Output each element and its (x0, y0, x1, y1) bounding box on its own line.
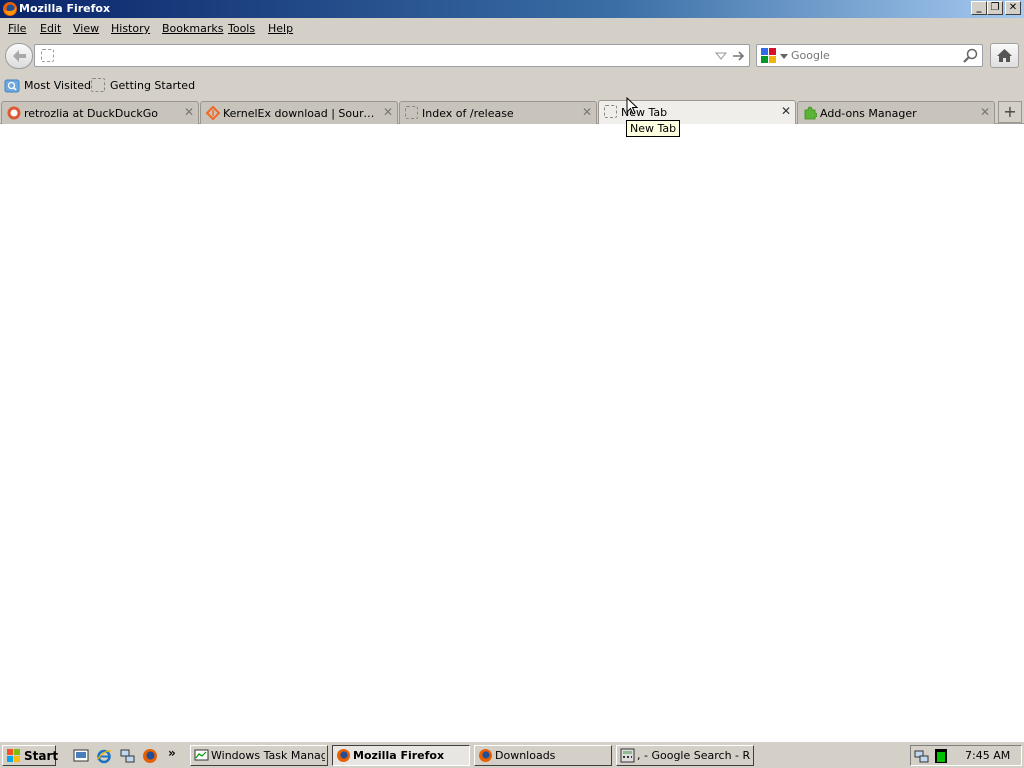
puzzle-icon (804, 106, 817, 120)
tab-close-button[interactable]: ✕ (383, 105, 393, 119)
blank-page-icon (604, 105, 617, 118)
firefox-icon (479, 749, 492, 762)
tab-bar: retrozlia at DuckDuckGo ✕ KernelEx downl… (0, 98, 1024, 124)
window-title: Mozilla Firefox (19, 2, 111, 15)
network-connection-icon[interactable] (914, 748, 930, 764)
quicklaunch-overflow-button[interactable]: » (168, 746, 176, 760)
tab-label: New Tab (621, 106, 668, 119)
tab-close-button[interactable]: ✕ (980, 105, 990, 119)
blank-page-icon (91, 78, 105, 92)
start-label: Start (24, 749, 59, 763)
search-bar[interactable] (756, 44, 983, 67)
close-button[interactable]: ✕ (1005, 1, 1021, 15)
blank-page-icon (405, 106, 418, 119)
tab-label: KernelEx download | SourceForge.net (223, 107, 378, 120)
tab-label: Index of /release (422, 107, 514, 120)
back-arrow-icon (13, 50, 26, 62)
url-bar[interactable] (34, 44, 750, 67)
go-arrow-icon[interactable] (732, 50, 746, 62)
mouse-pointer-icon (626, 97, 638, 115)
duckduckgo-icon (7, 106, 21, 120)
bookmark-most-visited-label: Most Visited (24, 79, 91, 92)
tab-close-button[interactable]: ✕ (184, 105, 194, 119)
menu-bookmarks[interactable]: Bookmarks (162, 22, 223, 35)
tab-label: Add-ons Manager (820, 107, 917, 120)
firefox-icon[interactable] (142, 748, 158, 764)
task-windows-task-manager[interactable]: Windows Task Manager (190, 745, 328, 766)
navigation-toolbar (0, 40, 1024, 72)
internet-explorer-icon[interactable] (96, 748, 112, 764)
menu-tools[interactable]: Tools (228, 22, 255, 35)
task-label: Windows Task Manager (211, 749, 325, 762)
bookmark-getting-started-label: Getting Started (110, 79, 196, 92)
firefox-icon (3, 2, 17, 16)
tab-label: retrozlia at DuckDuckGo (24, 107, 159, 120)
windows-logo-icon (7, 749, 20, 762)
minimize-button[interactable]: _ (971, 1, 987, 15)
search-input[interactable] (791, 48, 956, 63)
maximize-button[interactable]: ❐ (987, 1, 1003, 15)
tab-kernelex[interactable]: KernelEx download | SourceForge.net ✕ (200, 101, 398, 124)
firefox-icon (337, 749, 350, 762)
menu-tools-label: Tools (228, 22, 256, 35)
task-mozilla-firefox[interactable]: Mozilla Firefox (332, 745, 470, 766)
home-icon (997, 49, 1012, 62)
smart-bookmark-folder-icon (4, 79, 20, 93)
home-button[interactable] (990, 43, 1019, 68)
menu-file[interactable]: File (8, 22, 26, 35)
task-label: Mozilla Firefox (353, 749, 445, 762)
start-button[interactable]: Start (2, 745, 59, 766)
menu-view[interactable]: View (73, 22, 99, 35)
window-titlebar[interactable]: Mozilla Firefox _ ❐ ✕ (0, 0, 1024, 18)
menu-view-label: View (73, 22, 100, 35)
engine-dropdown-icon[interactable] (780, 54, 788, 60)
tab-duckduckgo[interactable]: retrozlia at DuckDuckGo ✕ (1, 101, 199, 124)
task-google-search[interactable]: , - Google Search - R... (616, 745, 754, 766)
system-tray: 7:45 AM (910, 745, 1022, 766)
back-button[interactable] (5, 43, 33, 69)
cpu-usage-icon[interactable] (935, 749, 947, 763)
menu-help[interactable]: Help (268, 22, 293, 35)
bookmark-most-visited[interactable]: Most Visited (4, 78, 91, 94)
site-identity-icon[interactable] (41, 49, 54, 62)
tab-close-button[interactable]: ✕ (781, 104, 791, 118)
menu-edit-label: Edit (40, 22, 62, 35)
bookmarks-toolbar: Most Visited Getting Started (0, 72, 1024, 98)
google-engine-icon[interactable] (761, 48, 777, 64)
sourceforge-icon (206, 106, 220, 120)
url-input[interactable] (61, 48, 721, 63)
network-icon[interactable] (119, 748, 135, 764)
menu-help-label: Help (268, 22, 294, 35)
task-downloads[interactable]: Downloads (474, 745, 612, 766)
bookmark-getting-started[interactable]: Getting Started (91, 78, 195, 94)
tab-addons-manager[interactable]: Add-ons Manager ✕ (797, 101, 995, 124)
tab-close-button[interactable]: ✕ (582, 105, 592, 119)
menu-bookmarks-label: Bookmarks (162, 22, 224, 35)
page-content[interactable] (0, 124, 1024, 741)
task-label: , - Google Search - R... (637, 749, 751, 762)
task-manager-icon (194, 749, 209, 761)
menu-bar: File Edit View History Bookmarks Tools H… (0, 18, 1024, 40)
show-desktop-icon[interactable] (73, 748, 89, 764)
menu-history[interactable]: History (111, 22, 150, 35)
new-tab-button[interactable]: + (998, 101, 1022, 123)
menu-edit[interactable]: Edit (40, 22, 61, 35)
menu-file-label: File (8, 22, 27, 35)
tab-tooltip: New Tab (626, 120, 681, 137)
task-label: Downloads (495, 749, 556, 762)
menu-history-label: History (111, 22, 151, 35)
calculator-icon (620, 748, 635, 763)
taskbar: Start » Windows Task Manager Mozilla Fir… (0, 741, 1024, 768)
search-icon[interactable] (962, 48, 978, 64)
clock[interactable]: 7:45 AM (965, 749, 1010, 762)
tab-index-release[interactable]: Index of /release ✕ (399, 101, 597, 124)
url-history-dropdown-icon[interactable] (715, 51, 727, 61)
